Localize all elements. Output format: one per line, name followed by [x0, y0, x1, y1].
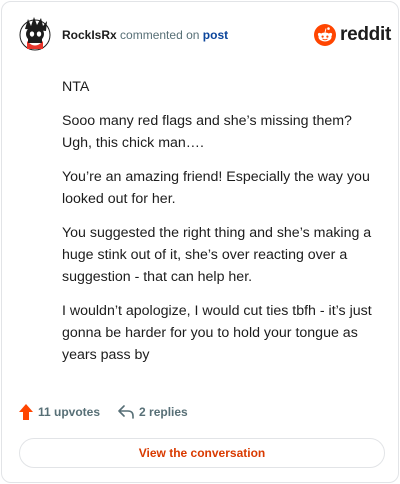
- user-avatar[interactable]: [19, 15, 51, 53]
- upvote-button[interactable]: 11 upvotes: [19, 404, 100, 420]
- comment-body: NTA Sooo many red flags and she’s missin…: [62, 76, 380, 378]
- reddit-snoo-icon: [314, 24, 336, 46]
- comment-paragraph: You suggested the right thing and she’s …: [62, 225, 372, 285]
- username-link[interactable]: RockIsRx: [62, 28, 117, 42]
- reddit-logo[interactable]: reddit: [314, 22, 391, 48]
- comment-paragraph: Sooo many red flags and she’s missing th…: [62, 113, 352, 151]
- post-link[interactable]: post: [203, 28, 228, 42]
- comment-paragraph: NTA: [62, 79, 90, 95]
- comment-embed-card: RockIsRx commented on post reddit NTA So…: [1, 1, 399, 483]
- reddit-wordmark: reddit: [340, 24, 391, 45]
- avatar-icon: [19, 17, 51, 51]
- comment-meta: RockIsRx commented on post: [62, 28, 228, 42]
- comment-header: RockIsRx commented on post reddit: [2, 2, 398, 66]
- reply-count: 2 replies: [139, 405, 188, 419]
- view-conversation-button[interactable]: View the conversation: [19, 438, 385, 468]
- comment-actions: 11 upvotes 2 replies: [19, 402, 206, 422]
- reply-arrow-icon: [118, 405, 134, 419]
- commented-on-text: commented on: [120, 28, 200, 42]
- comment-paragraph: I wouldn’t apologize, I would cut ties t…: [62, 303, 372, 363]
- upvote-count: 11 upvotes: [38, 405, 101, 419]
- replies-button[interactable]: 2 replies: [118, 405, 188, 419]
- comment-paragraph: You’re an amazing friend! Especially the…: [62, 169, 370, 207]
- upvote-arrow-icon: [19, 404, 33, 420]
